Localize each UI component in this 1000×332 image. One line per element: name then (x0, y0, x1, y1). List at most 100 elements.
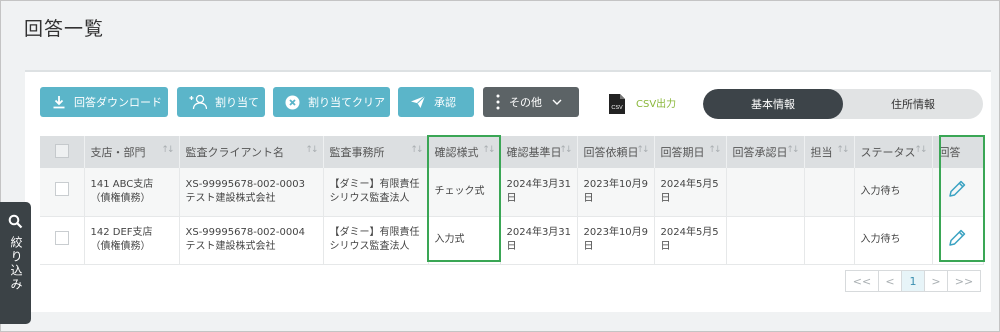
col-branch[interactable]: 支店・部門 ↑↓ (84, 136, 180, 168)
sort-icon: ↑↓ (410, 145, 423, 155)
branch-cell: 142 DEF支店 （債権債務） (84, 216, 180, 265)
col-base-date[interactable]: 確認基準日 ↑↓ (500, 136, 578, 168)
table-header-row: 支店・部門 ↑↓ 監査クライアント名 ↑↓ 監査事務所 ↑↓ 確認様式 ↑↓ 確認基準日… (40, 136, 984, 168)
table-row[interactable]: 142 DEF支店 （債権債務） XS-99995678-002-0004 テスト建… (40, 216, 984, 265)
branch-text: 141 ABC支店 (90, 178, 154, 190)
row-select-cell (40, 216, 85, 265)
firm-cell: 【ダミー】有限責任 シリウス監査法人 (323, 216, 429, 265)
more-vertical-icon (496, 94, 500, 110)
answers-table: 支店・部門 ↑↓ 監査クライアント名 ↑↓ 監査事務所 ↑↓ 確認様式 ↑↓ 確認基準日… (40, 136, 984, 265)
tab-address-info[interactable]: 住所情報 (843, 89, 983, 119)
filter-panel-tab[interactable]: 絞り込み (0, 202, 31, 324)
sort-icon: ↑↓ (161, 145, 174, 155)
pagination: << < 1 > >> (845, 270, 981, 292)
chevron-down-icon (552, 99, 562, 105)
sort-icon: ↑↓ (559, 145, 572, 155)
status-cell: 入力待ち (854, 168, 933, 217)
pager-prev[interactable]: < (878, 270, 902, 292)
assign-label: 割り当て (215, 96, 259, 109)
csv-file-icon[interactable]: CSV (608, 93, 626, 115)
clear-circle-icon (285, 95, 300, 109)
col-assignee[interactable]: 担当 ↑↓ (804, 136, 855, 168)
request-date-cell: 2023年10月9 日 (577, 216, 655, 265)
download-answers-label: 回答ダウンロード (74, 96, 162, 109)
date-text: 2023年10月9 (583, 227, 649, 238)
firm-cell: 【ダミー】有限責任 シリウス監査法人 (323, 168, 429, 217)
base-date-cell: 2024年3月31 日 (500, 168, 578, 217)
due-date-cell: 2024年5月5 日 (654, 168, 727, 217)
download-answers-button[interactable]: 回答ダウンロード (40, 87, 168, 117)
pager-first[interactable]: << (845, 270, 879, 292)
status-cell: 入力待ち (854, 216, 933, 265)
other-menu-label: その他 (509, 96, 542, 109)
branch-text: （債権債務） (90, 192, 151, 204)
client-cell: XS-99995678-002-0004 テスト建設株式会社 (179, 216, 324, 265)
approved-date-cell (726, 168, 805, 217)
format-column-highlight (427, 135, 501, 262)
csv-output-link[interactable]: CSV出力 (636, 95, 676, 110)
client-code: XS-99995678-002-0004 (185, 227, 305, 238)
col-due-date[interactable]: 回答期日 ↑↓ (654, 136, 727, 168)
client-cell: XS-99995678-002-0003 テスト建設株式会社 (179, 168, 324, 217)
download-icon (53, 96, 65, 109)
date-text: 日 (660, 241, 671, 252)
assignee-cell (804, 216, 855, 265)
date-text: 日 (583, 241, 594, 252)
col-due-date-label: 回答期日 (660, 146, 705, 159)
col-approved-date-label: 回答承認日 (732, 146, 788, 159)
sort-icon: ↑↓ (836, 145, 849, 155)
date-text: 2024年3月31 (506, 178, 572, 190)
approve-button[interactable]: 承認 (398, 87, 474, 117)
date-text: 2024年5月5 (660, 178, 719, 190)
select-all-cell (40, 136, 85, 168)
col-approved-date[interactable]: 回答承認日 ↑↓ (726, 136, 805, 168)
date-text: 2024年5月5 (660, 227, 719, 238)
pager-current[interactable]: 1 (901, 270, 925, 292)
firm-text: シリウス監査法人 (329, 192, 410, 204)
select-all-checkbox[interactable] (55, 143, 69, 158)
date-text: 2024年3月31 (506, 227, 572, 238)
other-menu-button[interactable]: その他 (483, 87, 579, 117)
col-request-date-label: 回答依頼日 (583, 146, 639, 159)
request-date-cell: 2023年10月9 日 (577, 168, 655, 217)
search-icon (8, 214, 23, 229)
csv-icon-text: CSV (611, 105, 623, 111)
col-client[interactable]: 監査クライアント名 ↑↓ (179, 136, 324, 168)
firm-text: シリウス監査法人 (329, 241, 410, 252)
answer-column-highlight (939, 135, 985, 262)
sort-icon: ↑↓ (914, 145, 927, 155)
col-base-date-label: 確認基準日 (506, 146, 562, 159)
view-toggle: 基本情報 住所情報 (703, 89, 983, 119)
col-request-date[interactable]: 回答依頼日 ↑↓ (577, 136, 655, 168)
branch-text: 142 DEF支店 (90, 227, 153, 238)
row-checkbox[interactable] (55, 230, 69, 245)
date-text: 日 (506, 192, 517, 204)
col-status[interactable]: ステータス ↑↓ (854, 136, 933, 168)
pager-next[interactable]: > (924, 270, 948, 292)
date-text: 日 (506, 241, 517, 252)
firm-text: 【ダミー】有限責任 (329, 178, 420, 190)
assign-clear-button[interactable]: 割り当てクリア (273, 87, 390, 117)
assign-clear-label: 割り当てクリア (308, 96, 385, 109)
client-code: XS-99995678-002-0003 (185, 178, 305, 190)
col-status-label: ステータス (860, 146, 916, 159)
pager-last[interactable]: >> (947, 270, 981, 292)
assign-button[interactable]: 割り当て (177, 87, 265, 117)
table-row[interactable]: 141 ABC支店 （債権債務） XS-99995678-002-0003 テスト建… (40, 168, 984, 217)
date-text: 2023年10月9 (583, 178, 649, 190)
tab-basic-info[interactable]: 基本情報 (703, 89, 843, 119)
sort-icon: ↑↓ (708, 145, 721, 155)
date-text: 日 (583, 192, 594, 204)
col-branch-label: 支店・部門 (90, 146, 146, 159)
base-date-cell: 2024年3月31 日 (500, 216, 578, 265)
sort-icon: ↑↓ (305, 145, 318, 155)
filter-label: 絞り込み (9, 236, 23, 292)
col-assignee-label: 担当 (810, 146, 833, 159)
sort-icon: ↑↓ (636, 145, 649, 155)
date-text: 日 (660, 192, 671, 204)
branch-cell: 141 ABC支店 （債権債務） (84, 168, 180, 217)
col-firm[interactable]: 監査事務所 ↑↓ (323, 136, 429, 168)
row-checkbox[interactable] (55, 182, 69, 197)
send-icon (411, 95, 426, 108)
assignee-cell (804, 168, 855, 217)
